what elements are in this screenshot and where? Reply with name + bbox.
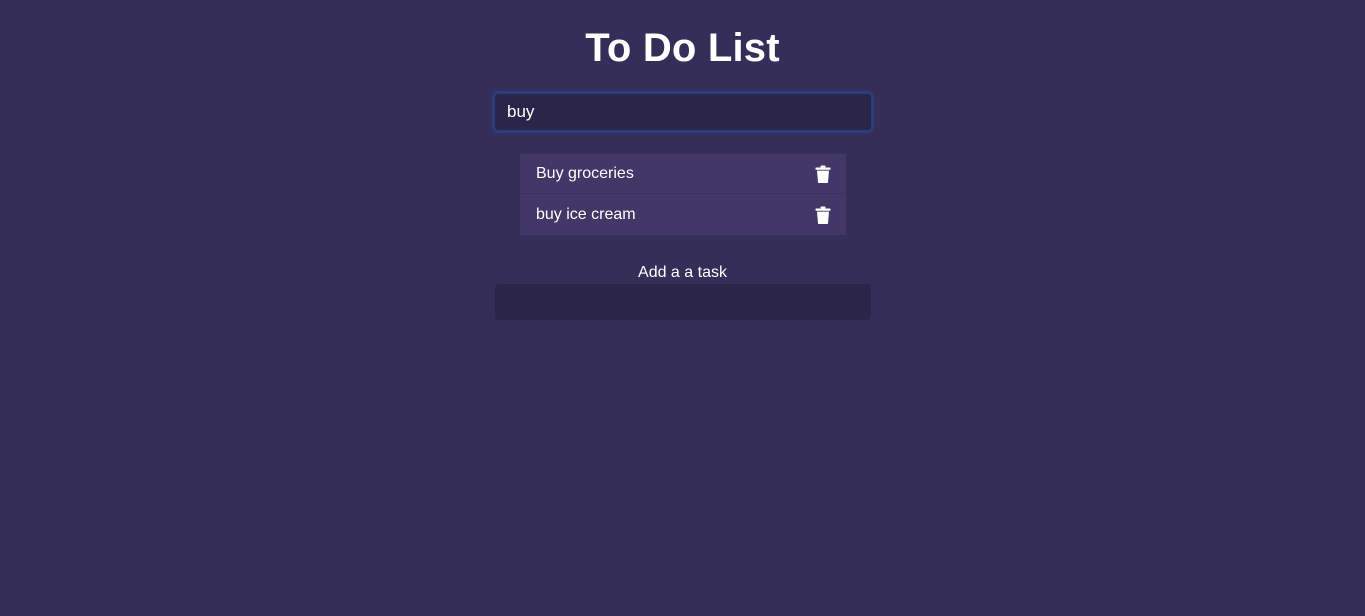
todo-page: To Do List Buy groceries buy ice cream: [0, 0, 1365, 616]
search-field-wrapper: [492, 91, 874, 133]
page-title: To Do List: [585, 26, 780, 70]
add-task-label: Add a a task: [638, 264, 727, 281]
task-label: buy ice cream: [536, 205, 636, 223]
trash-icon[interactable]: [815, 165, 831, 183]
list-item: buy ice cream: [520, 194, 846, 235]
list-item: Buy groceries: [520, 154, 846, 194]
task-label: Buy groceries: [536, 164, 634, 182]
task-list: Buy groceries buy ice cream: [520, 154, 846, 235]
trash-icon[interactable]: [815, 206, 831, 224]
search-input[interactable]: [495, 94, 871, 130]
add-task-input[interactable]: [495, 284, 871, 320]
